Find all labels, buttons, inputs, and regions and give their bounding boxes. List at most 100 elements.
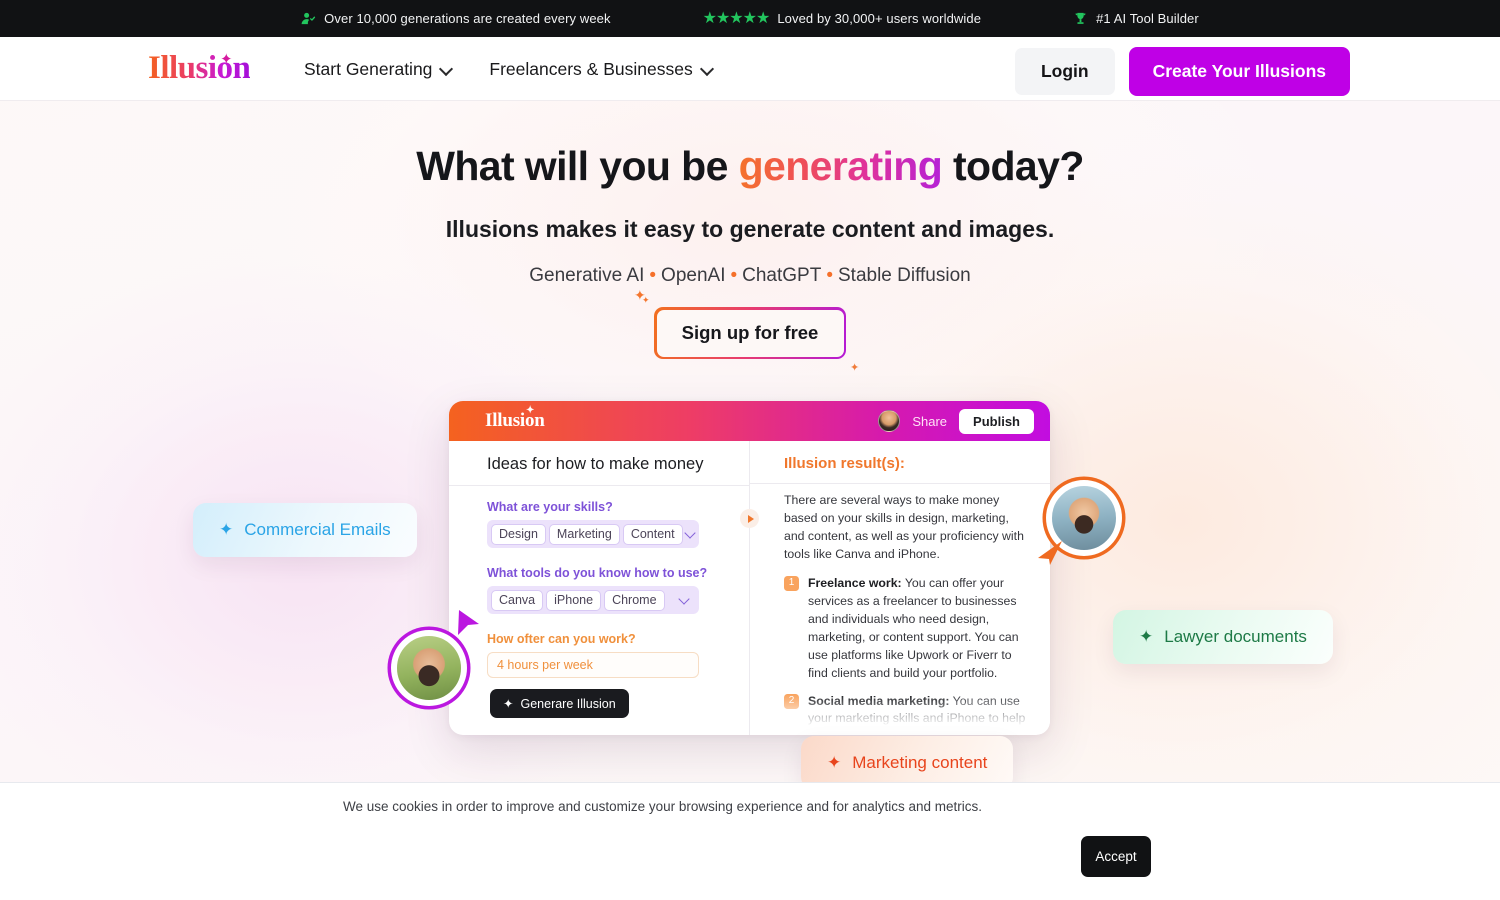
chip-chrome[interactable]: Chrome [604,589,665,611]
result-item-body: You can offer your services as a freelan… [808,575,1019,680]
result-item-text: Freelance work: You can offer your servi… [808,575,1032,683]
field-label-skills: What are your skills? [487,500,613,514]
bullet-dot-icon: • [649,265,657,286]
cursor-pointer-purple-icon [455,608,481,643]
share-button[interactable]: Share [912,414,947,429]
result-item-number: 1 [784,575,799,591]
announcement-item-generations: Over 10,000 generations are created ever… [301,11,611,26]
hero-subtitle: Illusions makes it easy to generate cont… [445,216,1055,242]
nav-item-label: Start Generating [304,58,433,79]
result-list-item: 1 Freelance work: You can offer your ser… [784,575,1032,683]
sparkle-icon: ✦ [827,753,842,772]
mockup-brand-logo: Illusion ✦ [485,405,545,432]
hero-tag-list: Generative AI • OpenAI • ChatGPT • Stable Diff… [0,265,1500,287]
announcement-text: Over 10,000 generations are created ever… [324,11,611,26]
create-illusions-button[interactable]: Create Your Illusions [1128,47,1350,96]
result-item-heading: Freelance work: [808,575,902,590]
avatar [395,634,463,702]
chevron-down-icon [441,63,453,75]
page-root: Over 10,000 generations are created ever… [0,0,1500,900]
field-label-tools: What tools do you know how to use? [487,566,708,580]
cookie-accept-button[interactable]: Accept [1081,836,1151,877]
hero-cta-wrap: ✦ ✦ Sign up for free ✦ [634,287,859,374]
announcement-item-rating: ★★★★★ Loved by 30,000+ users worldwide [702,9,982,27]
result-item-heading: Social media marketing: [808,693,950,708]
sparkle-icon: ✦ [219,520,234,539]
mockup-result-panel: Illusion result(s): There are several wa… [749,441,1050,735]
nav-item-start-generating[interactable]: Start Generating [304,59,453,80]
user-check-icon [301,11,316,26]
sparkle-icon: ✦ [1139,627,1154,646]
mockup-result-body: There are several ways to make money bas… [750,484,1050,734]
chip-marketing[interactable]: Marketing [548,523,620,545]
cookie-banner-text: We use cookies in order to improve and c… [343,799,983,814]
announcement-bar: Over 10,000 generations are created ever… [0,0,1500,37]
hero-tag: ChatGPT [742,265,822,286]
mockup-toolbar: Illusion ✦ Share Publish [449,401,1050,441]
result-item-text: Social media marketing: You can use your… [808,693,1032,734]
publish-button[interactable]: Publish [959,408,1034,434]
bullet-dot-icon: • [826,265,833,286]
cursor-pointer-orange-icon [1036,539,1064,572]
hero-title-highlight: generating [738,143,943,189]
skills-chip-group[interactable]: Design Marketing Content [487,520,699,548]
avatar [878,410,901,432]
generate-illusion-button[interactable]: ✦ Generare Illusion [490,689,629,718]
signup-free-button[interactable]: Sign up for free [654,307,846,359]
hero-section: What will you be generating today? Illus… [0,101,1500,287]
feature-pill-label: Marketing content [852,753,988,772]
hero-title-part1: What will you be [416,143,739,189]
hero-tag: OpenAI [661,265,726,286]
trophy-icon [1073,11,1088,26]
cookie-banner: We use cookies in order to improve and c… [0,782,1500,900]
frequency-input[interactable]: 4 hours per week [487,652,699,678]
chip-content[interactable]: Content [622,523,683,545]
chip-iphone[interactable]: iPhone [546,589,602,611]
logo-sparkle-icon: ✦ [526,405,535,416]
feature-pill-label: Lawyer documents [1164,627,1307,646]
announcement-item-award: #1 AI Tool Builder [1073,11,1199,26]
chip-design[interactable]: Design [491,523,546,545]
sparkle-icon: ✦ [503,697,514,711]
sparkle-icon: ✦ [642,295,650,305]
result-list-item: 2 Social media marketing: You can use yo… [784,693,1032,734]
announcement-text: #1 AI Tool Builder [1096,11,1199,26]
mockup-form-panel: Ideas for how to make money What are you… [449,441,749,735]
result-item-number: 2 [784,693,799,709]
brand-logo-text: Illusion [148,49,251,89]
site-header: Illusion ✦ Start Generating Freelancers … [0,37,1500,101]
main-nav: Start Generating Freelancers & Businesse… [304,37,714,101]
bullet-dot-icon: • [730,265,738,286]
brand-logo[interactable]: Illusion ✦ [148,49,251,89]
chevron-down-icon[interactable] [680,595,690,605]
logo-sparkle-icon: ✦ [220,51,233,68]
page-title: What will you be generating today? [0,143,1500,190]
nav-item-freelancers-businesses[interactable]: Freelancers & Businesses [489,59,713,80]
mockup-body: Ideas for how to make money What are you… [449,441,1050,735]
mockup-result-title: Illusion result(s): [750,441,1050,484]
feature-pill-commercial-emails: ✦ Commercial Emails [193,503,417,557]
mockup-form: What are your skills? Design Marketing C… [449,486,749,678]
feature-pill-label: Commercial Emails [244,520,391,539]
hero-tag: Generative AI [529,265,645,286]
chevron-down-icon[interactable] [686,529,690,539]
tools-chip-group[interactable]: Canva iPhone Chrome [487,586,699,614]
mockup-doc-title: Ideas for how to make money [449,441,749,486]
login-button[interactable]: Login [1014,48,1115,95]
app-mockup: Illusion ✦ Share Publish Ideas for how t… [449,401,1050,735]
announcement-text: Loved by 30,000+ users worldwide [777,11,982,26]
mockup-toolbar-actions: Share Publish [878,408,1034,434]
sparkle-icon: ✦ [850,362,860,374]
chevron-down-icon [702,63,714,75]
nav-item-label: Freelancers & Businesses [489,58,693,79]
mockup-brand-text: Illusion [485,410,545,431]
result-intro-text: There are several ways to make money bas… [784,493,1024,561]
five-stars-icon: ★★★★★ [702,9,771,27]
run-play-button[interactable] [740,509,759,528]
hero-title-part2: today? [942,143,1084,189]
chip-canva[interactable]: Canva [491,589,544,611]
signup-free-label: Sign up for free [656,309,844,357]
feature-pill-lawyer-documents: ✦ Lawyer documents [1113,610,1333,664]
header-actions: Login Create Your Illusions [1014,47,1350,96]
hero-tag: Stable Diffusion [838,265,971,286]
